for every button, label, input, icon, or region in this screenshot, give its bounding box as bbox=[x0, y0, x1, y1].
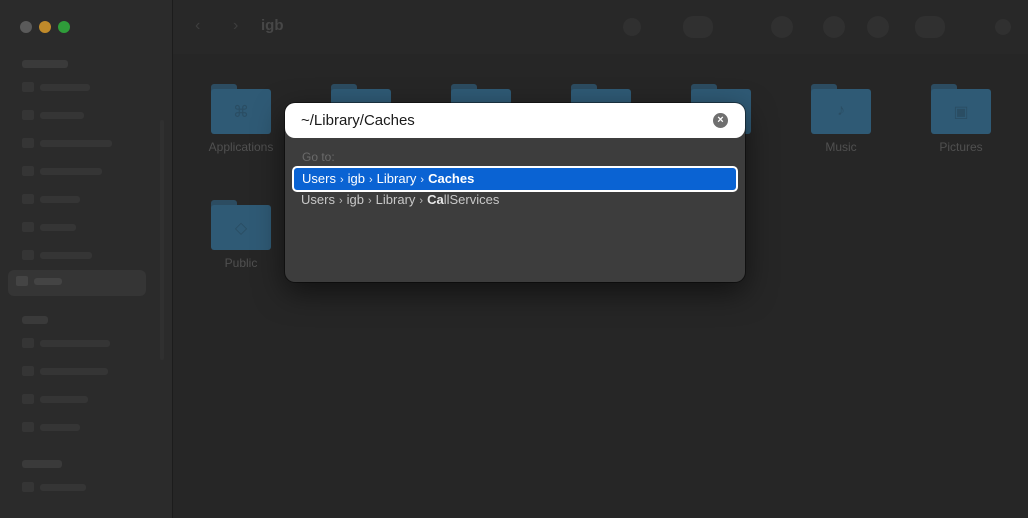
sidebar-item[interactable] bbox=[14, 104, 144, 126]
sidebar-item-icon bbox=[22, 366, 34, 376]
folder-item[interactable]: ⌘ Applications bbox=[201, 84, 281, 154]
go-to-folder-dialog: × Go to: Users›igb›Library›Caches Users›… bbox=[285, 103, 745, 282]
zoom-window-button[interactable] bbox=[58, 21, 70, 33]
sidebar-item[interactable] bbox=[14, 160, 144, 182]
folder-label: Public bbox=[224, 256, 258, 270]
chevron-right-icon: › bbox=[339, 174, 344, 186]
sidebar-item-icon bbox=[22, 222, 34, 232]
tag-icon[interactable] bbox=[823, 16, 845, 38]
group-button[interactable] bbox=[683, 16, 713, 38]
crumb-target: Caches bbox=[428, 171, 475, 186]
folder-item[interactable]: ♪ Music bbox=[801, 84, 881, 154]
sidebar-section-locations bbox=[22, 316, 48, 324]
sidebar-item-label bbox=[40, 396, 88, 403]
folder-item[interactable]: ◇ Public bbox=[201, 200, 281, 270]
sidebar-item-selected[interactable] bbox=[8, 270, 146, 296]
sidebar-item-label bbox=[34, 278, 62, 285]
sidebar-scrollbar[interactable] bbox=[160, 120, 164, 360]
sidebar-item-icon bbox=[22, 338, 34, 348]
toolbar: ‹ › igb bbox=[173, 0, 1028, 54]
sidebar-item-icon bbox=[22, 110, 34, 120]
path-input[interactable] bbox=[301, 103, 701, 138]
folder-public-icon: ◇ bbox=[211, 200, 271, 250]
chevron-right-icon: › bbox=[420, 174, 425, 186]
sidebar-item-icon bbox=[22, 250, 34, 260]
folder-label: Music bbox=[825, 140, 857, 154]
folder-label: Applications bbox=[208, 140, 274, 154]
sidebar-item-label bbox=[40, 368, 108, 375]
sidebar-item-label bbox=[40, 224, 76, 231]
sidebar-section-favorites bbox=[22, 60, 68, 68]
sidebar-item[interactable] bbox=[14, 476, 144, 498]
minimize-window-button[interactable] bbox=[39, 21, 51, 33]
sidebar-item-label bbox=[40, 112, 84, 119]
sidebar-item-label bbox=[40, 484, 86, 491]
sidebar bbox=[0, 0, 173, 518]
folder-item[interactable]: ▣ Pictures bbox=[921, 84, 1001, 154]
sidebar-item[interactable] bbox=[14, 188, 144, 210]
chevron-right-icon: › bbox=[367, 195, 372, 207]
path-field[interactable]: × bbox=[285, 103, 745, 138]
folder-apps-icon: ⌘ bbox=[211, 84, 271, 134]
sidebar-item-icon bbox=[22, 82, 34, 92]
sidebar-item-icon bbox=[22, 194, 34, 204]
sidebar-item[interactable] bbox=[14, 132, 144, 154]
finder-window: ‹ › igb ⌘ Applications ♪ Music ▣ Picture… bbox=[0, 0, 1028, 518]
match-highlight: Ca bbox=[427, 192, 444, 207]
back-button[interactable]: ‹ bbox=[195, 17, 200, 35]
window-title: igb bbox=[261, 17, 284, 34]
sidebar-item-label bbox=[40, 340, 110, 347]
chevron-right-icon: › bbox=[368, 174, 373, 186]
sidebar-item-label bbox=[40, 424, 80, 431]
chevron-right-icon: › bbox=[338, 195, 343, 207]
sidebar-item-icon bbox=[22, 394, 34, 404]
match-rest: llServices bbox=[443, 192, 500, 207]
sidebar-item[interactable] bbox=[14, 360, 144, 382]
more-icon[interactable] bbox=[915, 16, 945, 38]
folder-music-icon: ♪ bbox=[811, 84, 871, 134]
sidebar-item-icon bbox=[22, 138, 34, 148]
crumb: Library bbox=[376, 171, 417, 186]
sidebar-item-label bbox=[40, 84, 90, 91]
forward-button[interactable]: › bbox=[233, 17, 238, 35]
crumb: igb bbox=[347, 171, 365, 186]
action-icon[interactable] bbox=[867, 16, 889, 38]
close-window-button[interactable] bbox=[20, 21, 32, 33]
share-icon[interactable] bbox=[771, 16, 793, 38]
sidebar-item-label bbox=[40, 140, 112, 147]
search-icon[interactable] bbox=[995, 19, 1011, 35]
home-icon bbox=[16, 276, 28, 286]
sidebar-item[interactable] bbox=[14, 216, 144, 238]
sidebar-item-label bbox=[40, 196, 80, 203]
sidebar-item[interactable] bbox=[14, 332, 144, 354]
folder-pictures-icon: ▣ bbox=[931, 84, 991, 134]
sidebar-item-icon bbox=[22, 482, 34, 492]
view-options-icon[interactable] bbox=[623, 18, 641, 36]
sidebar-item[interactable] bbox=[14, 76, 144, 98]
sidebar-item-label bbox=[40, 168, 102, 175]
crumb-target: CallServices bbox=[427, 192, 499, 207]
crumb: igb bbox=[346, 192, 364, 207]
crumb: Library bbox=[375, 192, 416, 207]
chevron-right-icon: › bbox=[419, 195, 424, 207]
sidebar-item-icon bbox=[22, 166, 34, 176]
crumb: Users bbox=[302, 171, 336, 186]
crumb: Users bbox=[301, 192, 335, 207]
sidebar-item[interactable] bbox=[14, 244, 144, 266]
sidebar-item[interactable] bbox=[14, 416, 144, 438]
sidebar-item[interactable] bbox=[14, 388, 144, 410]
suggestion-item[interactable]: Users › igb › Library › CallServices bbox=[293, 189, 737, 211]
folder-label: Pictures bbox=[939, 140, 983, 154]
go-to-label: Go to: bbox=[302, 150, 335, 164]
clear-icon[interactable]: × bbox=[713, 113, 728, 128]
sidebar-section-tags bbox=[22, 460, 62, 468]
sidebar-item-label bbox=[40, 252, 92, 259]
sidebar-item-icon bbox=[22, 422, 34, 432]
